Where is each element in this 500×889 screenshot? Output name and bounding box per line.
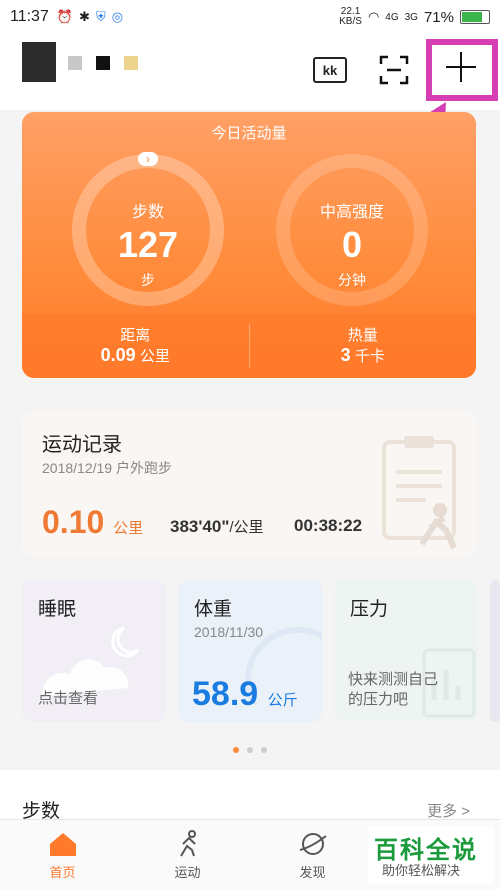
activity-summary: 距离 0.09 公里 热量 3 千卡 [22,314,476,378]
steps-ring[interactable]: 步数 127 步 [72,154,224,306]
calories-stat: 热量 3 千卡 [340,327,385,365]
activity-title: 今日活动量 [211,125,287,142]
record-title: 运动记录 [42,434,122,456]
page-dot [261,747,267,753]
page-dot [247,747,253,753]
record-duration: 00:38:22 [294,516,363,535]
record-distance: 0.10 公里 [42,504,144,540]
steps-section: 步数 更多 > [0,770,500,822]
steps-value: 127 [117,224,179,265]
tab-home[interactable]: 首页 [0,820,125,889]
intensity-value: 0 [341,224,363,265]
watermark-badge: 百科全说 助你轻松解决 [368,826,494,884]
runner-clipboard-icon [382,436,457,550]
weight-value: 58.9 公斤 [192,675,298,713]
stress-card[interactable]: 压力 快来测测自己 的压力吧 [334,580,478,722]
sleep-card[interactable]: 睡眠 点击查看 [22,580,166,722]
page-indicator [0,740,500,758]
tab-exercise[interactable]: 运动 [125,820,250,889]
intensity-ring[interactable]: 中高强度 0 分钟 [276,154,428,306]
home-icon [49,833,76,856]
activity-card[interactable]: 今日活动量 › 步数 127 步 中高强度 0 分钟 距离 0.09 公里 热量… [22,112,476,378]
record-subtitle: 2018/12/19 户外跑步 [42,460,172,476]
next-card-peek[interactable] [490,580,500,722]
stress-footer: 快来测测自己 的压力吧 [348,671,439,708]
planet-icon [299,833,327,855]
weight-card[interactable]: 体重 2018/11/30 58.9 公斤 [178,580,322,722]
more-link[interactable]: 更多 > [427,800,470,821]
running-icon [179,830,196,857]
distance-stat: 距离 0.09 公里 [100,327,170,365]
record-pace: 383'40"/公里 [170,517,264,536]
exercise-record-card[interactable]: 运动记录 2018/12/19 户外跑步 0.10 公里 383'40"/公里 … [22,412,476,556]
tab-discover[interactable]: 发现 [250,820,375,889]
page-dot [233,747,239,753]
